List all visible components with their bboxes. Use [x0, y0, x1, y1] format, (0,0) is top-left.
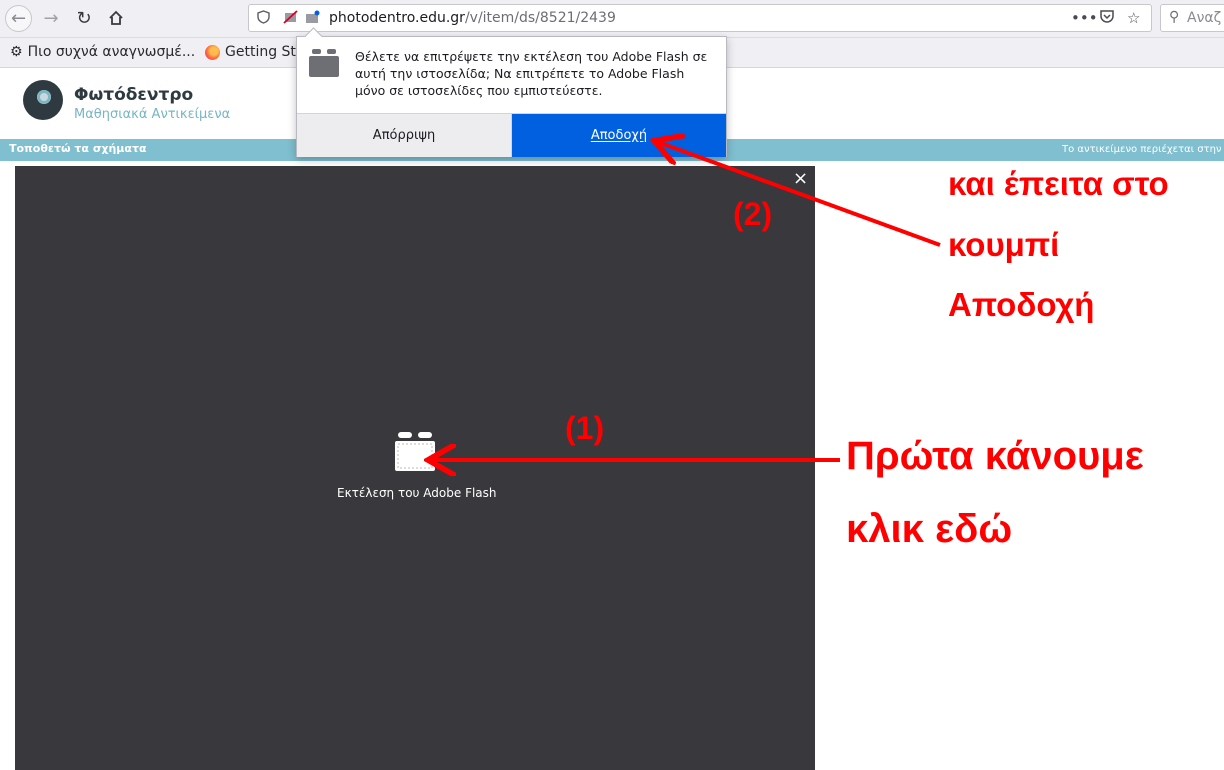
firefox-icon — [205, 44, 220, 60]
popup-message: Θέλετε να επιτρέψετε την εκτέλεση του Ad… — [355, 49, 708, 98]
run-flash-label[interactable]: Εκτέλεση του Adobe Flash — [337, 486, 497, 500]
flash-player-area: × Εκτέλεση του Adobe Flash — [15, 166, 815, 770]
reload-icon: ↻ — [76, 7, 92, 29]
annotation-step-1-number: (1) — [565, 410, 605, 446]
object-title: Τοποθετώ τα σχήματα — [9, 142, 147, 155]
annotation-step-2-number: (2) — [733, 196, 773, 232]
bookmark-most-visited[interactable]: ⚙ Πιο συχνά αναγνωσμέ... — [10, 44, 195, 60]
gear-icon: ⚙ — [10, 44, 23, 60]
search-bar[interactable]: ⚲ Αναζ — [1160, 4, 1224, 32]
bookmark-getting-started[interactable]: Getting Sta — [205, 44, 305, 60]
page-actions-icon[interactable]: ••• — [1071, 9, 1098, 27]
url-text[interactable]: photodentro.edu.gr/v/item/ds/8521/2439 — [329, 10, 616, 26]
annotation-step-1-line-2: κλικ εδώ — [846, 507, 1013, 551]
forward-icon: → — [43, 7, 59, 29]
back-button[interactable]: ← — [5, 5, 32, 32]
accept-button[interactable]: Αποδοχή — [512, 114, 726, 157]
object-collection-note: Το αντικείμενο περιέχεται στην συ — [1062, 144, 1224, 155]
search-icon: ⚲ — [1169, 9, 1180, 25]
close-icon[interactable]: × — [793, 168, 808, 189]
annotation-step-2-line-1: και έπειτα στο — [948, 165, 1169, 202]
bookmark-star-icon[interactable]: ☆ — [1127, 9, 1140, 27]
forward-button[interactable]: → — [38, 5, 64, 31]
search-input[interactable]: Αναζ — [1187, 10, 1221, 26]
annotation-step-1-line-1: Πρώτα κάνουμε — [846, 434, 1144, 478]
flash-permission-popup: Θέλετε να επιτρέψετε την εκτέλεση του Ad… — [296, 36, 727, 157]
site-subtitle: Μαθησιακά Αντικείμενα — [74, 107, 231, 122]
back-icon: ← — [10, 8, 27, 29]
plugin-notification-icon[interactable] — [305, 10, 320, 28]
run-flash-plugin-icon[interactable] — [394, 432, 436, 474]
home-button[interactable] — [103, 5, 129, 31]
site-title[interactable]: Φωτόδεντρο — [74, 85, 193, 105]
home-icon — [109, 10, 123, 25]
site-logo[interactable] — [23, 80, 63, 120]
accept-label: Αποδοχή — [590, 128, 648, 143]
reload-button[interactable]: ↻ — [71, 5, 97, 31]
reject-button[interactable]: Απόρριψη — [297, 114, 512, 157]
plugin-blocked-icon[interactable] — [283, 10, 298, 28]
pocket-icon[interactable] — [1099, 9, 1115, 28]
browser-toolbar: ← → ↻ photodentro.edu.gr/v/item/ds/8521/… — [0, 0, 1224, 38]
annotation-step-2-line-3: Αποδοχή — [948, 286, 1095, 323]
address-bar[interactable]: photodentro.edu.gr/v/item/ds/8521/2439 •… — [248, 4, 1152, 32]
annotation-step-2-line-2: κουμπί — [948, 226, 1060, 263]
shield-icon[interactable] — [257, 10, 270, 28]
plugin-icon — [309, 49, 339, 77]
popup-button-row: Απόρριψη Αποδοχή — [297, 113, 726, 157]
